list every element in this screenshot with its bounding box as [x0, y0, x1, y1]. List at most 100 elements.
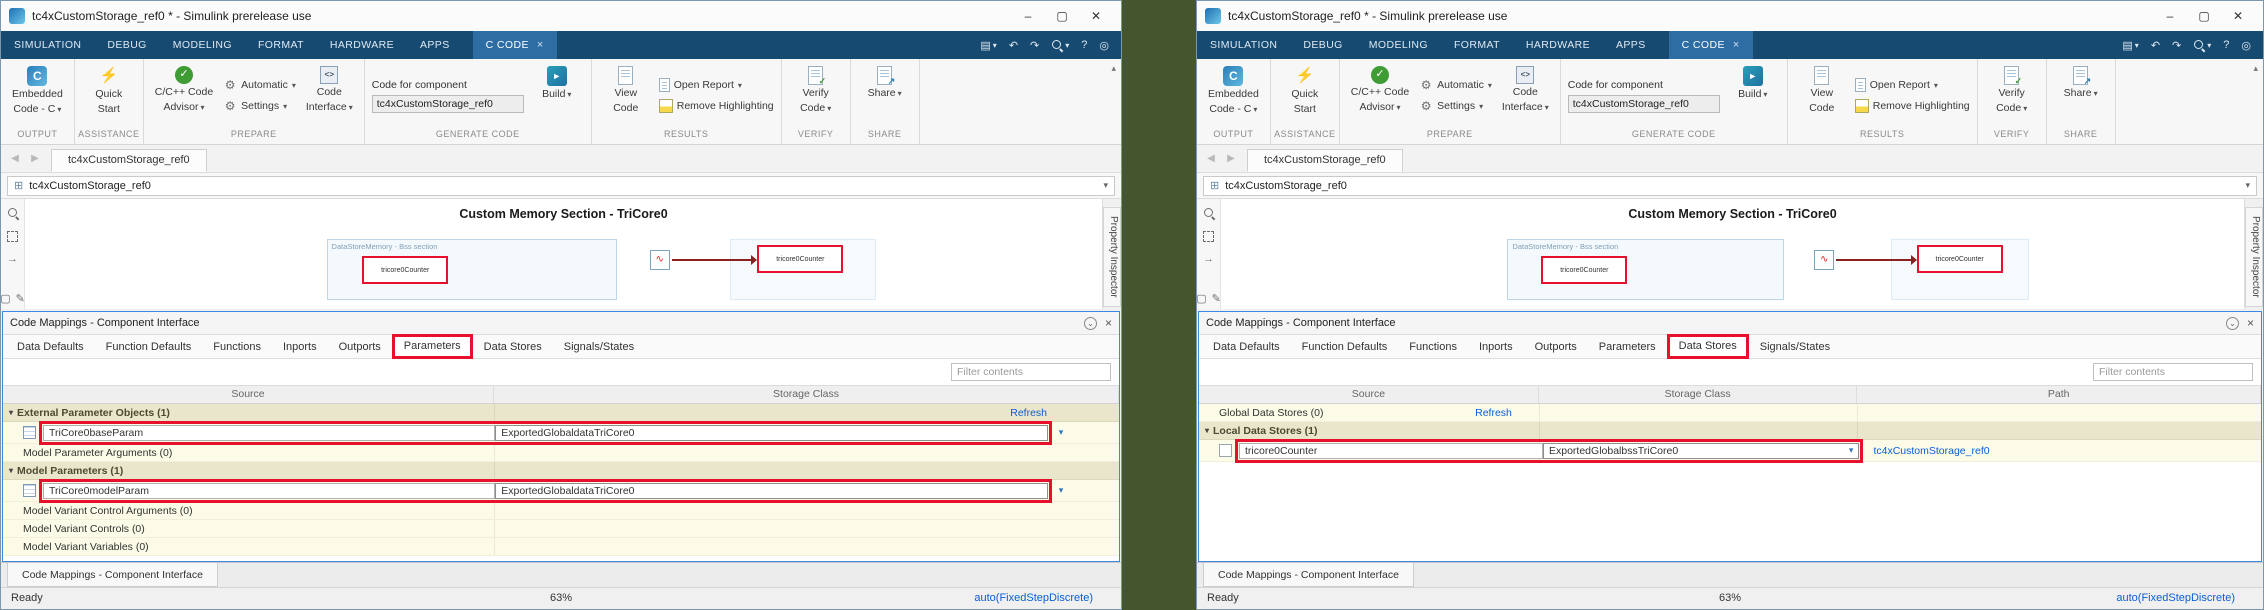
- quick-start-button[interactable]: ⚡ Quick Start: [1278, 63, 1332, 128]
- mapping-tab-function-defaults[interactable]: Function Defaults: [1292, 337, 1398, 358]
- fit-view-icon[interactable]: [7, 231, 18, 242]
- quick-start-button[interactable]: ⚡ Quick Start: [82, 63, 136, 128]
- automatic-button[interactable]: ⚙ Automatic ▾: [223, 78, 296, 92]
- tab-hardware[interactable]: HARDWARE: [1513, 31, 1603, 59]
- close-tab-icon[interactable]: ×: [1733, 31, 1740, 59]
- open-report-button[interactable]: Open Report ▾: [1855, 78, 1970, 92]
- view-code-button[interactable]: View Code: [599, 63, 653, 128]
- mapping-tab-parameters[interactable]: Parameters: [1589, 337, 1666, 358]
- data-store-memory-block[interactable]: tricore0Counter: [1541, 256, 1627, 284]
- filter-contents-input[interactable]: [951, 363, 1111, 381]
- save-button[interactable]: ▤▾: [2122, 39, 2138, 52]
- filter-contents-input[interactable]: [2093, 363, 2253, 381]
- view-code-button[interactable]: View Code: [1795, 63, 1849, 128]
- back-icon[interactable]: ◀: [1201, 153, 1221, 164]
- annotation-arrow-icon[interactable]: →: [1203, 254, 1214, 265]
- verify-code-button[interactable]: ✓ Verify Code▾: [1985, 63, 2039, 128]
- bottom-tab-code-mappings[interactable]: Code Mappings - Component Interface: [7, 563, 218, 587]
- tab-format[interactable]: FORMAT: [1441, 31, 1513, 59]
- tab-c-code[interactable]: C CODE ×: [473, 31, 557, 59]
- chevron-down-icon[interactable]: ▾: [1052, 427, 1070, 438]
- undo-button[interactable]: ↶: [1009, 39, 1018, 52]
- document-tab[interactable]: tc4xCustomStorage_ref0: [1247, 149, 1403, 172]
- table-row[interactable]: Model Variant Controls (0): [3, 520, 1119, 538]
- share-button[interactable]: ↗ Share▾: [2054, 63, 2108, 128]
- build-button[interactable]: ► Build▾: [1726, 63, 1780, 128]
- save-button[interactable]: ▤▾: [980, 39, 996, 52]
- close-button[interactable]: ✕: [1079, 2, 1113, 30]
- collapse-toolstrip-icon[interactable]: ▴: [1111, 63, 1116, 74]
- share-button[interactable]: ↗ Share▾: [858, 63, 912, 128]
- back-icon[interactable]: ◀: [5, 153, 25, 164]
- tab-c-code[interactable]: C CODE ×: [1669, 31, 1753, 59]
- table-row[interactable]: Model Variant Control Arguments (0): [3, 502, 1119, 520]
- panel-minimize-icon[interactable]: ⌄: [2226, 317, 2239, 330]
- automatic-button[interactable]: ⚙ Automatic ▾: [1419, 78, 1492, 92]
- search-button[interactable]: ▾: [1051, 39, 1069, 51]
- edit-icon[interactable]: ✎: [16, 294, 25, 305]
- forward-icon[interactable]: ▶: [1221, 153, 1241, 164]
- mapping-tab-data-stores[interactable]: Data Stores: [474, 337, 552, 358]
- help-button[interactable]: ?: [1081, 39, 1087, 51]
- table-row[interactable]: ▾Model Parameters (1): [3, 462, 1119, 480]
- tab-hardware[interactable]: HARDWARE: [317, 31, 407, 59]
- tab-simulation[interactable]: SIMULATION: [1197, 31, 1290, 59]
- undo-button[interactable]: ↶: [2151, 39, 2160, 52]
- zoom-icon[interactable]: [7, 207, 19, 219]
- record-button[interactable]: ◎: [2241, 39, 2251, 52]
- help-button[interactable]: ?: [2223, 39, 2229, 51]
- refresh-link[interactable]: Refresh: [1010, 407, 1047, 419]
- mapping-tab-signals-states[interactable]: Signals/States: [554, 337, 644, 358]
- tab-apps[interactable]: APPS: [407, 31, 463, 59]
- redo-button[interactable]: ↷: [2172, 39, 2181, 52]
- edit-icon[interactable]: ✎: [1212, 294, 1221, 305]
- model-breadcrumb[interactable]: ⊞ tc4xCustomStorage_ref0 ▾: [7, 176, 1115, 196]
- status-solver[interactable]: auto(FixedStepDiscrete): [2116, 592, 2235, 604]
- tab-debug[interactable]: DEBUG: [1290, 31, 1355, 59]
- annotation-arrow-icon[interactable]: →: [7, 254, 18, 265]
- expander-icon[interactable]: ▾: [1205, 426, 1209, 435]
- table-row[interactable]: ▾Local Data Stores (1): [1199, 422, 2261, 440]
- remove-highlighting-button[interactable]: Remove Highlighting: [659, 99, 774, 113]
- zoom-icon[interactable]: [1203, 207, 1215, 219]
- tab-property-inspector[interactable]: Property Inspector: [2245, 207, 2263, 307]
- data-store-write-block[interactable]: tricore0Counter: [1917, 245, 2003, 273]
- table-row[interactable]: Model Parameter Arguments (0): [3, 444, 1119, 462]
- tab-apps[interactable]: APPS: [1603, 31, 1659, 59]
- close-button[interactable]: ✕: [2221, 2, 2255, 30]
- chevron-down-icon[interactable]: ▾: [1103, 180, 1108, 191]
- code-for-component-input[interactable]: [1568, 95, 1720, 113]
- expander-icon[interactable]: ▾: [9, 408, 13, 417]
- panel-close-icon[interactable]: ×: [2247, 316, 2254, 330]
- mapping-tab-data-stores[interactable]: Data Stores: [1668, 335, 1748, 358]
- build-button[interactable]: ► Build▾: [530, 63, 584, 128]
- storage-class-dropdown[interactable]: ExportedGlobaldataTriCore0: [495, 425, 1048, 441]
- mapping-tab-inports[interactable]: Inports: [1469, 337, 1523, 358]
- redo-button[interactable]: ↷: [1030, 39, 1039, 52]
- minimize-button[interactable]: –: [2153, 2, 2187, 30]
- table-row[interactable]: Global Data Stores (0)Refresh: [1199, 404, 2261, 422]
- code-advisor-button[interactable]: ✓ C/C++ Code Advisor▾: [151, 63, 217, 128]
- forward-icon[interactable]: ▶: [25, 153, 45, 164]
- bottom-tab-code-mappings[interactable]: Code Mappings - Component Interface: [1203, 563, 1414, 587]
- settings-button[interactable]: ⚙ Settings ▾: [1419, 99, 1492, 113]
- code-interface-button[interactable]: <> Code Interface▾: [302, 63, 357, 128]
- refresh-link[interactable]: Refresh: [1475, 407, 1512, 419]
- signal-block[interactable]: ∿: [650, 250, 670, 270]
- signal-block[interactable]: ∿: [1814, 250, 1834, 270]
- document-tab[interactable]: tc4xCustomStorage_ref0: [51, 149, 207, 172]
- storage-class-dropdown[interactable]: ExportedGlobalbssTriCore0▾: [1543, 443, 1859, 459]
- storage-class-dropdown[interactable]: ExportedGlobaldataTriCore0: [495, 483, 1048, 499]
- mapping-tab-data-defaults[interactable]: Data Defaults: [1203, 337, 1290, 358]
- chevron-down-icon[interactable]: ▾: [2245, 180, 2250, 191]
- mapping-tab-signals-states[interactable]: Signals/States: [1750, 337, 1840, 358]
- mapping-tab-functions[interactable]: Functions: [1399, 337, 1467, 358]
- table-row[interactable]: TriCore0baseParamExportedGlobaldataTriCo…: [3, 422, 1119, 444]
- mapping-tab-function-defaults[interactable]: Function Defaults: [96, 337, 202, 358]
- mapping-tab-outports[interactable]: Outports: [329, 337, 391, 358]
- tab-property-inspector[interactable]: Property Inspector: [1103, 207, 1121, 307]
- model-canvas[interactable]: Custom Memory Section - TriCore0 DataSto…: [25, 199, 1102, 309]
- table-row[interactable]: ▾External Parameter Objects (1)Refresh: [3, 404, 1119, 422]
- maximize-button[interactable]: ▢: [1045, 2, 1079, 30]
- table-row[interactable]: Model Variant Variables (0): [3, 538, 1119, 556]
